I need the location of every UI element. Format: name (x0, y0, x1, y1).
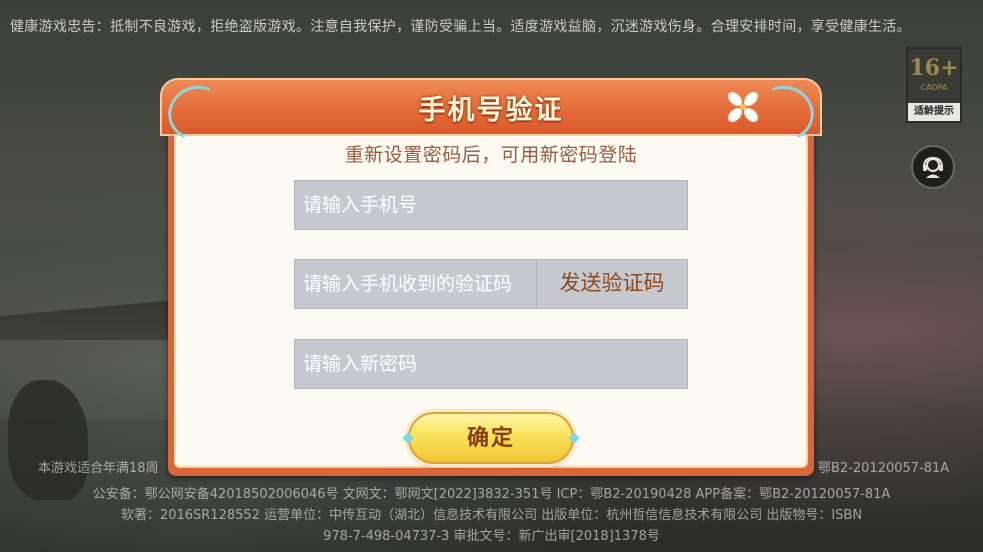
dialog-subtitle: 重新设置密码后，可用新密码登陆 (344, 144, 638, 166)
footer-approval: 978-7-498-04737-3 审批文号：新广出审[2018]1378号 (323, 529, 660, 544)
footer-license-right: 鄂B2-20120057-81A (818, 461, 950, 476)
background-rock (8, 380, 88, 500)
close-button[interactable] (722, 86, 764, 128)
send-code-button[interactable]: 发送验证码 (536, 260, 687, 308)
close-icon (727, 91, 759, 123)
age-rating-number: 16+ (909, 55, 959, 81)
age-rating-org: CADPA (920, 83, 948, 92)
phone-verify-dialog: 手机号验证 重新设置密码后，可用新密码登陆 发送验证码 (160, 77, 822, 478)
confirm-button[interactable]: 确定 (402, 412, 580, 464)
customer-service-button[interactable] (911, 145, 955, 189)
health-notice: 健康游戏忠告：抵制不良游戏，拒绝盗版游戏。注意自我保护，谨防受骗上当。适度游戏益… (10, 19, 911, 35)
phone-input[interactable] (295, 181, 687, 229)
confirm-button-label: 确定 (466, 425, 515, 451)
phone-field[interactable] (294, 180, 688, 230)
verify-code-field[interactable]: 发送验证码 (294, 259, 688, 309)
footer-copyright: 软著：2016SR128552 运营单位：中传互动（湖北）信息技术有限公司 出版… (120, 508, 863, 523)
verify-code-input[interactable] (295, 260, 539, 308)
game-screen: 健康游戏忠告：抵制不良游戏，拒绝盗版游戏。注意自我保护，谨防受骗上当。适度游戏益… (0, 0, 983, 552)
age-rating-badge[interactable]: 16+ CADPA 适龄提示 (906, 47, 962, 123)
new-password-field[interactable] (294, 339, 688, 389)
footer-age-notice: 本游戏适合年满18周 (38, 461, 159, 476)
new-password-input[interactable] (295, 340, 687, 388)
footer-registration: 公安备：鄂公网安备42018502006046号 文网文：鄂网文[2022]38… (92, 487, 891, 502)
customer-service-icon (923, 156, 943, 178)
age-rating-tip: 适龄提示 (908, 103, 960, 121)
